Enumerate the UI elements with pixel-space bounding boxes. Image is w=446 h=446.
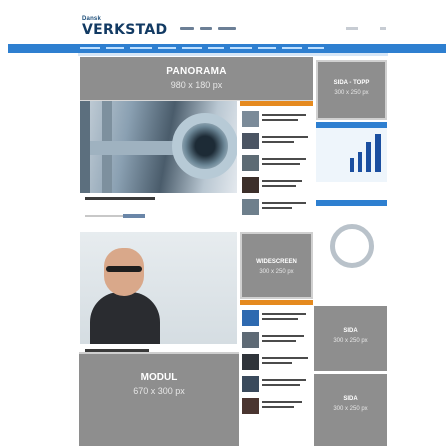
- nav-item[interactable]: [258, 47, 276, 49]
- news-list: [240, 300, 313, 446]
- list-item[interactable]: [242, 133, 312, 151]
- nav-item[interactable]: [208, 47, 224, 49]
- widescreen-ad[interactable]: WIDESCREEN 300 x 250 px: [240, 232, 313, 299]
- thumbnail: [242, 199, 259, 215]
- nav-item[interactable]: [282, 47, 302, 49]
- thumbnail: [242, 177, 259, 193]
- ad-size: 300 x 250 px: [333, 406, 368, 412]
- nav-item[interactable]: [182, 47, 202, 49]
- article-image[interactable]: [80, 101, 237, 193]
- nav-item[interactable]: [80, 47, 100, 49]
- thumbnail: [242, 310, 259, 326]
- top-link[interactable]: [180, 27, 194, 30]
- ad-size: 980 x 180 px: [170, 80, 223, 90]
- top-link[interactable]: [218, 27, 236, 30]
- article-headline[interactable]: [85, 197, 155, 200]
- sida-ad[interactable]: SIDA 300 x 250 px: [314, 374, 387, 446]
- product-teaser[interactable]: [316, 200, 387, 294]
- article-image[interactable]: [80, 232, 237, 344]
- nav-item[interactable]: [308, 47, 324, 49]
- list-item[interactable]: [242, 199, 312, 217]
- ad-size: 300 x 250 px: [334, 90, 369, 96]
- sida-ad[interactable]: SIDA 300 x 250 px: [314, 306, 387, 371]
- news-list: [240, 101, 313, 231]
- sida-topp-ad[interactable]: SIDA - TOPP 300 x 250 px: [316, 60, 387, 120]
- main-navigation[interactable]: [8, 44, 446, 53]
- ad-size: 300 x 250 px: [333, 338, 368, 344]
- ad-title: SIDA: [343, 328, 358, 334]
- list-item[interactable]: [242, 111, 312, 129]
- nav-item[interactable]: [158, 47, 176, 49]
- thumbnail: [242, 111, 259, 127]
- nav-item[interactable]: [106, 47, 124, 49]
- article-tag[interactable]: [123, 214, 145, 218]
- thumbnail: [242, 376, 259, 392]
- modul-ad[interactable]: MODUL 670 x 300 px: [79, 352, 239, 446]
- section-header: [240, 101, 313, 106]
- teaser-header: [316, 200, 387, 206]
- teaser-header: [316, 122, 387, 128]
- page-frame: Dansk VERKSTAD PANORAMA 980 x 180 px SID…: [0, 0, 446, 446]
- ad-title: MODUL: [140, 372, 178, 383]
- ad-title: SIDA - TOPP: [333, 80, 370, 86]
- logo-wordmark: VERKSTAD: [82, 22, 168, 38]
- ad-title: SIDA: [343, 396, 358, 402]
- ad-size: 300 x 250 px: [259, 269, 294, 275]
- top-link[interactable]: [200, 27, 212, 30]
- thumbnail: [242, 354, 259, 370]
- panorama-ad[interactable]: PANORAMA 980 x 180 px: [80, 57, 313, 101]
- list-item[interactable]: [242, 310, 312, 328]
- thumbnail: [242, 398, 259, 414]
- list-item[interactable]: [242, 177, 312, 195]
- top-links[interactable]: [180, 27, 280, 31]
- section-header: [240, 300, 313, 305]
- list-item[interactable]: [242, 332, 312, 350]
- thumbnail: [242, 133, 259, 149]
- nav-item[interactable]: [130, 47, 152, 49]
- ad-title: WIDESCREEN: [256, 259, 297, 265]
- list-item[interactable]: [242, 354, 312, 372]
- ad-title: PANORAMA: [166, 66, 227, 77]
- clamp-image: [330, 224, 374, 268]
- product-teaser[interactable]: [316, 122, 387, 182]
- thumbnail: [242, 332, 259, 348]
- list-item[interactable]: [242, 398, 312, 416]
- menu-icon[interactable]: [346, 27, 386, 31]
- site-logo[interactable]: Dansk VERKSTAD: [82, 16, 167, 42]
- list-item[interactable]: [242, 376, 312, 394]
- list-item[interactable]: [242, 155, 312, 173]
- thumbnail: [242, 155, 259, 171]
- nav-item[interactable]: [230, 47, 252, 49]
- sub-navigation: [78, 53, 388, 56]
- bearing-image: [172, 113, 237, 179]
- ad-size: 670 x 300 px: [133, 386, 185, 396]
